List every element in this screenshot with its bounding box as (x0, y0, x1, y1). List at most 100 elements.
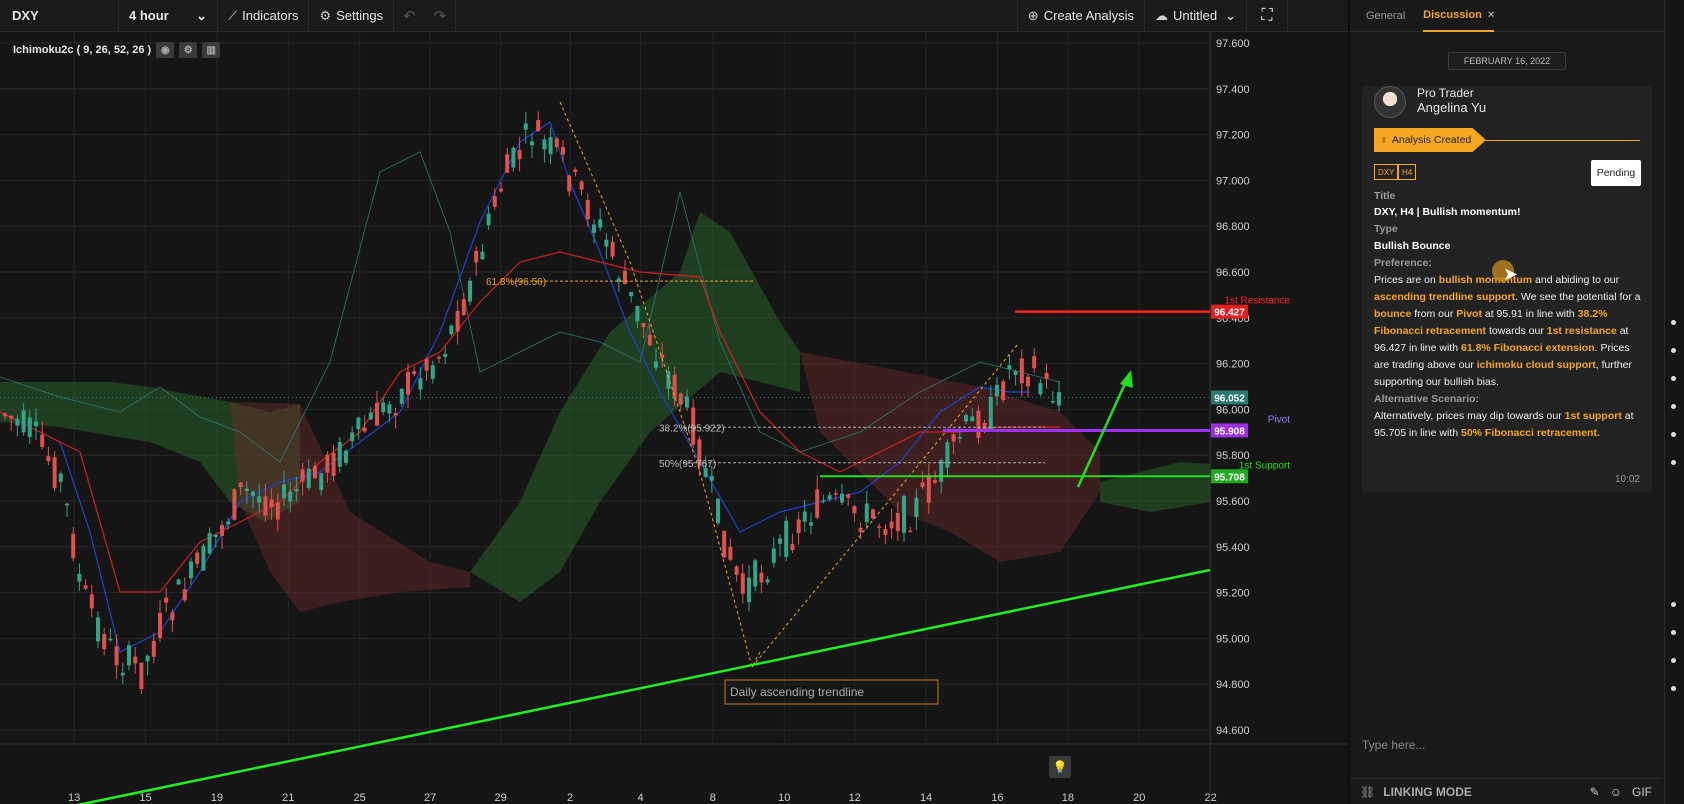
date-tick-label: 13 (68, 792, 80, 804)
price-tick-label: 95.400 (1216, 542, 1250, 554)
alt-scenario-text: Alternatively, prices may dip towards ou… (1374, 410, 1634, 439)
interval-dropdown[interactable]: 4 hour ⌄ (119, 0, 217, 32)
candle-body (344, 450, 348, 463)
strip-dot[interactable] (1671, 602, 1676, 607)
candle-body (251, 491, 255, 496)
trash-icon[interactable]: ▥ (202, 42, 221, 58)
layout-dropdown[interactable]: ☁ Untitled ⌄ (1145, 0, 1246, 32)
settings-button[interactable]: ⚙ Settings (309, 0, 393, 32)
candle-body (232, 489, 237, 520)
plus-circle-icon: ⊕ (1027, 7, 1039, 23)
settings-label: Settings (336, 8, 384, 23)
candle-body (362, 427, 367, 432)
strip-dot[interactable] (1671, 348, 1676, 353)
strip-dot[interactable] (1671, 320, 1676, 325)
indicators-label: Indicators (242, 8, 299, 23)
candle-body (895, 512, 900, 531)
avatar[interactable] (1374, 86, 1406, 118)
link-icon[interactable]: ⛓ (1360, 785, 1375, 799)
candle-body (486, 213, 491, 226)
candle-body (821, 500, 826, 502)
price-chart[interactable]: 97.600 97.400 97.200 97.000 96.800 96.600 96.4… (0, 32, 1348, 804)
candle-body (1013, 371, 1018, 376)
candle-body (356, 417, 361, 430)
candle-body (970, 416, 975, 422)
tab-general[interactable]: General (1366, 0, 1405, 32)
price-badge-support-label: 95.708 (1214, 472, 1245, 483)
symbol-selector[interactable]: DXY (0, 0, 118, 32)
tab-discussion[interactable]: Discussion × (1423, 0, 1495, 32)
cloud-upload-icon: ☁ (1155, 7, 1169, 23)
projection-arrow-shaft (1076, 376, 1130, 488)
chart-canvas[interactable]: 97.600 97.400 97.200 97.000 96.800 96.600 96.4… (0, 32, 1348, 804)
fullscreen-button[interactable]: ⛶ (1247, 0, 1287, 32)
candle-body (1032, 356, 1037, 369)
strip-dot[interactable] (1671, 686, 1676, 691)
create-analysis-button[interactable]: ⊕ Create Analysis (1018, 0, 1144, 32)
candle-body (399, 388, 404, 404)
candle-body (499, 188, 503, 192)
candle-body (964, 415, 968, 422)
linking-mode-label[interactable]: LINKING MODE (1383, 785, 1472, 799)
strip-dot[interactable] (1671, 630, 1676, 635)
strip-dot[interactable] (1671, 460, 1676, 465)
date-tick-label: 21 (282, 792, 294, 804)
candle-body (598, 219, 603, 228)
date-tick-label: 10 (778, 792, 790, 804)
candle-body (554, 138, 559, 148)
candle-body (833, 493, 838, 495)
status-ribbon-label: Analysis Created (1391, 134, 1472, 146)
strip-dot[interactable] (1671, 658, 1676, 663)
strip-dot[interactable] (1671, 432, 1676, 437)
candle-body (133, 656, 138, 664)
side-strip (1664, 0, 1684, 804)
type-label: Type (1374, 223, 1398, 235)
candle-body (709, 476, 714, 481)
gear-icon: ⚙ (319, 7, 332, 23)
gear-icon[interactable]: ⚙ (179, 42, 198, 58)
candle-body (375, 402, 379, 426)
title-label: Title (1374, 190, 1396, 202)
eye-icon[interactable]: ◉ (156, 42, 175, 58)
candle-body (883, 528, 888, 536)
lightbulb-icon[interactable]: 💡 (1049, 756, 1071, 778)
candle-body (945, 442, 950, 468)
candle-body (158, 612, 162, 639)
price-tick-label: 96.000 (1216, 404, 1250, 416)
toolbar-divider (455, 0, 457, 32)
pending-button[interactable]: Pending (1591, 160, 1641, 186)
candle-body (406, 372, 410, 395)
attach-icon[interactable]: ✎ (1590, 785, 1600, 799)
candle-body (244, 488, 249, 491)
redo-button[interactable]: ↷ (425, 0, 456, 32)
candle-body (678, 393, 683, 405)
message-input[interactable]: Type here... (1350, 732, 1662, 758)
strip-dot[interactable] (1671, 376, 1676, 381)
emoji-icon[interactable]: ☺ (1610, 785, 1622, 799)
candle-body (201, 545, 206, 571)
gif-button[interactable]: GIF (1632, 785, 1652, 799)
date-tick-label: 8 (710, 792, 716, 804)
candle-body (393, 413, 398, 416)
indicators-button[interactable]: ⟋ Indicators (218, 0, 308, 32)
candle-body (319, 473, 324, 491)
candle-body (282, 484, 286, 499)
candle-body (480, 251, 485, 260)
candle-body (381, 402, 386, 413)
price-tick-label: 97.000 (1216, 175, 1250, 187)
candle-body (213, 534, 218, 538)
strip-dot[interactable] (1671, 404, 1676, 409)
author-name: Angelina Yu (1417, 100, 1487, 115)
candle-body (294, 489, 299, 492)
candle-body (325, 454, 330, 473)
symbol-tag: DXY (1374, 164, 1399, 180)
candle-body (511, 147, 516, 168)
close-icon[interactable]: × (1488, 9, 1494, 21)
candle-body (474, 250, 479, 263)
price-tick-label: 95.000 (1216, 633, 1250, 645)
undo-button[interactable]: ↶ (394, 0, 425, 32)
projection-arrow-head (1120, 370, 1133, 388)
candle-body (933, 480, 937, 483)
date-tick-label: 29 (494, 792, 506, 804)
message-time: 10:02 (1614, 474, 1640, 485)
